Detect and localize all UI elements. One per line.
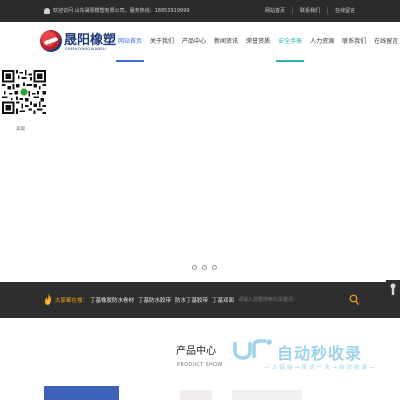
- top-link-message[interactable]: 在线留言: [327, 7, 362, 14]
- nav-item-home[interactable]: 网站首页: [116, 22, 145, 62]
- nav-item-message[interactable]: 在线留言: [372, 22, 400, 62]
- slider-dots: [192, 265, 217, 270]
- product-image[interactable]: [180, 390, 212, 400]
- welcome-message: 欢迎访问 山东晟阳橡塑有限公司，服务热线：18853919999: [44, 7, 190, 14]
- hot-search-label: 大家都在搜：: [55, 298, 89, 304]
- header: 晟阳橡塑 SHENGYANGXIANSU 网站首页 关于我们 产品中心 新闻资讯…: [0, 22, 400, 62]
- section-title: 产品中心: [176, 346, 216, 357]
- product-image[interactable]: [232, 390, 302, 400]
- logo-en: SHENGYANGXIANSU: [65, 46, 107, 51]
- flame-icon: [44, 293, 52, 305]
- watermark-brand: 自动秒收录: [277, 344, 363, 363]
- site-logo[interactable]: 晟阳橡塑 SHENGYANGXIANSU: [40, 28, 120, 56]
- nav-item-safety[interactable]: 安全手册: [276, 22, 305, 62]
- qr-label: 美观: [16, 127, 25, 132]
- search-icon[interactable]: [349, 294, 359, 306]
- hot-keyword[interactable]: 丁基防水胶带: [138, 296, 171, 304]
- hot-keyword[interactable]: 丁基双面: [212, 296, 234, 304]
- search-bar: 大家都在搜： 丁基橡胶防水卷材 丁基防水胶带 防水丁基胶带 丁基双面: [0, 282, 400, 318]
- watermark: 自动秒收录 — 上 链 接 → 来 访 一 次 → 自 动 收 录 —: [232, 338, 382, 378]
- nav-item-news[interactable]: 新闻资讯: [212, 22, 240, 62]
- slider-dot[interactable]: [212, 265, 217, 270]
- search-input[interactable]: [238, 294, 338, 306]
- slider-dot[interactable]: [202, 265, 207, 270]
- banner: 美观: [0, 62, 400, 282]
- top-bar: 欢迎访问 山东晟阳橡塑有限公司，服务热线：18853919999 网站首页 联系…: [0, 0, 400, 22]
- top-link-home[interactable]: 网站首页: [258, 7, 292, 14]
- top-link-contact[interactable]: 联系我们: [292, 7, 327, 14]
- slider-dot[interactable]: [192, 265, 197, 270]
- hot-keyword[interactable]: 防水丁基胶带: [175, 296, 208, 304]
- nav-item-contact[interactable]: 联系我们: [340, 22, 368, 62]
- section-subtitle: PRODUCT SHOW: [177, 362, 223, 368]
- nav-item-honors[interactable]: 荣誉资质: [244, 22, 272, 62]
- watermark-tagline: — 上 链 接 → 来 访 一 次 → 自 动 收 录 —: [264, 365, 375, 371]
- nav-item-hr[interactable]: 人力资源: [308, 22, 336, 62]
- nav-item-products[interactable]: 产品中心: [180, 22, 208, 62]
- hot-keywords: 丁基橡胶防水卷材 丁基防水胶带 防水丁基胶带 丁基双面: [90, 296, 234, 304]
- watermark-logo-icon: [233, 339, 272, 360]
- bell-icon: [44, 7, 50, 14]
- hot-keyword[interactable]: 丁基橡胶防水卷材: [90, 296, 134, 304]
- top-links: 网站首页 联系我们 在线留言: [258, 7, 362, 14]
- welcome-text: 欢迎访问 山东晟阳橡塑有限公司，服务热线：18853919999: [53, 8, 190, 14]
- qr-code-icon: [2, 70, 46, 114]
- product-category-card[interactable]: [44, 386, 119, 400]
- main-nav: 网站首页 关于我们 产品中心 新闻资讯 荣誉资质 安全手册 人力资源 联系我们 …: [116, 22, 400, 62]
- logo-mark-icon: [40, 30, 62, 52]
- nav-item-about[interactable]: 关于我们: [148, 22, 176, 62]
- page: 欢迎访问 山东晟阳橡塑有限公司，服务热线：18853919999 网站首页 联系…: [0, 0, 400, 400]
- side-widget-icon[interactable]: [386, 280, 400, 298]
